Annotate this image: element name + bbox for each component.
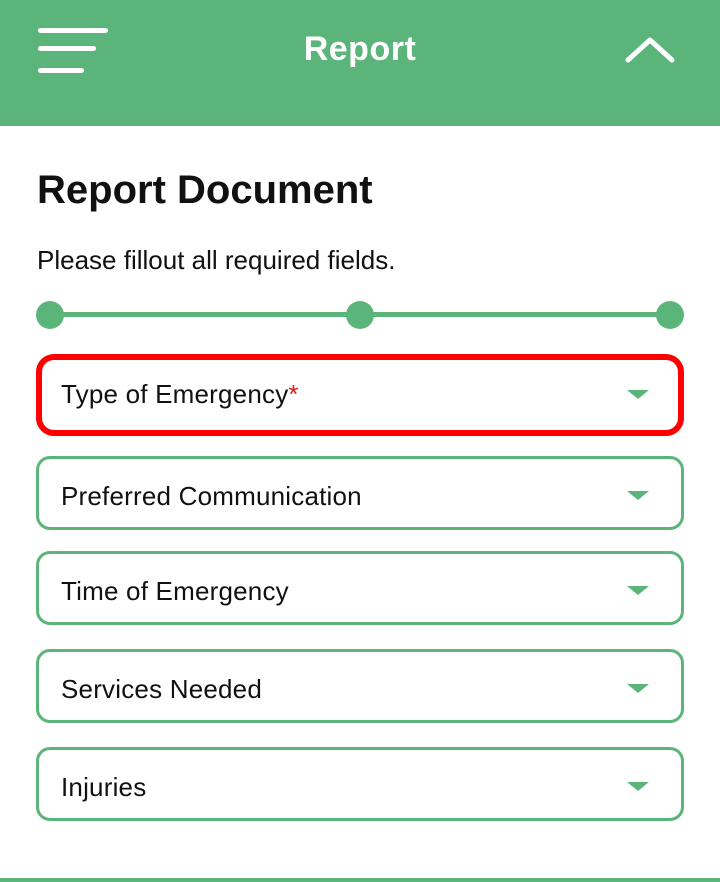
report-screen: Report Report Document Please fillout al… [0, 0, 720, 882]
caret-down-icon [627, 586, 649, 595]
menu-bar-bottom [38, 68, 84, 73]
services-needed-dropdown[interactable]: Services Needed [36, 649, 684, 723]
caret-down-icon [627, 782, 649, 791]
type-of-emergency-dropdown[interactable]: Type of Emergency* [36, 354, 684, 436]
stepper-step-1[interactable] [36, 301, 64, 329]
required-asterisk: * [288, 379, 299, 409]
preferred-communication-dropdown[interactable]: Preferred Communication [36, 456, 684, 530]
chevron-up-svg [625, 37, 675, 63]
app-header: Report [0, 0, 720, 126]
injuries-dropdown[interactable]: Injuries [36, 747, 684, 821]
hamburger-menu-icon[interactable] [30, 22, 114, 82]
field-label-text: Type of Emergency [61, 379, 289, 409]
page-subtitle: Please fillout all required fields. [37, 245, 396, 275]
menu-bar-top [38, 28, 108, 33]
caret-down-icon [627, 684, 649, 693]
stepper-step-2[interactable] [346, 301, 374, 329]
caret-down-icon [627, 390, 649, 399]
field-label: Preferred Communication [61, 481, 362, 511]
field-label: Injuries [61, 772, 147, 802]
progress-stepper [36, 300, 686, 330]
bottom-divider [0, 878, 720, 882]
time-of-emergency-dropdown[interactable]: Time of Emergency [36, 551, 684, 625]
field-label: Services Needed [61, 674, 262, 704]
field-label: Time of Emergency [61, 576, 289, 606]
chevron-up-icon[interactable] [618, 30, 682, 74]
caret-down-icon [627, 491, 649, 500]
stepper-step-3[interactable] [656, 301, 684, 329]
field-label: Type of Emergency* [61, 379, 299, 410]
page-title: Report Document [37, 168, 373, 212]
menu-bar-middle [38, 46, 96, 51]
